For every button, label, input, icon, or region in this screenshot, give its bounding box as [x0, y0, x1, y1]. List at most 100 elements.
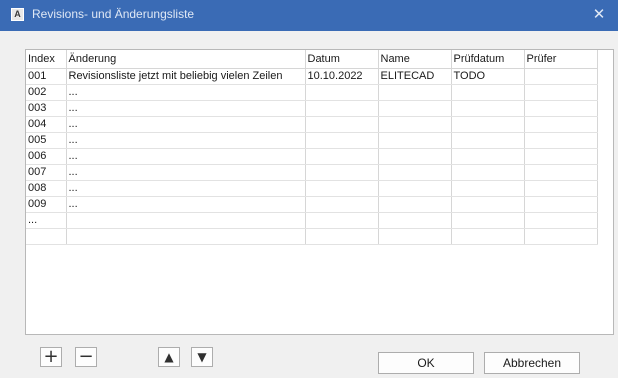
ok-button[interactable]: OK	[378, 352, 474, 374]
table-cell[interactable]	[305, 196, 379, 213]
table-cell[interactable]: ...	[66, 100, 306, 117]
column-header[interactable]: Datum	[305, 50, 379, 69]
table-cell[interactable]: TODO	[451, 68, 525, 85]
table-cell[interactable]	[378, 228, 452, 245]
add-row-button[interactable]: +	[40, 347, 62, 367]
plus-icon: +	[43, 346, 59, 367]
close-icon[interactable]: ✕	[590, 4, 608, 24]
table-cell[interactable]	[66, 212, 306, 229]
window-title: Revisions- und Änderungsliste	[32, 7, 195, 21]
table-cell[interactable]	[378, 180, 452, 197]
minus-icon: −	[78, 346, 94, 367]
table-cell[interactable]	[524, 84, 598, 101]
cancel-button[interactable]: Abbrechen	[484, 352, 580, 374]
table-cell[interactable]	[378, 212, 452, 229]
table-cell[interactable]	[524, 100, 598, 117]
table-row[interactable]: 007...	[26, 164, 598, 181]
move-down-button[interactable]: ▼	[191, 347, 213, 367]
table-row[interactable]: 002...	[26, 84, 598, 101]
table-cell[interactable]: 003	[26, 100, 67, 117]
table-cell[interactable]	[305, 132, 379, 149]
column-header[interactable]: Index	[26, 50, 67, 69]
table-cell[interactable]	[378, 196, 452, 213]
table-cell[interactable]	[66, 228, 306, 245]
remove-row-button[interactable]: −	[75, 347, 97, 367]
table-cell[interactable]	[451, 148, 525, 165]
move-up-button[interactable]: ▲	[158, 347, 180, 367]
table-row[interactable]: 006...	[26, 148, 598, 165]
table-cell[interactable]	[524, 228, 598, 245]
table-cell[interactable]: 002	[26, 84, 67, 101]
table-cell[interactable]	[524, 196, 598, 213]
revision-dialog: A Revisions- und Änderungsliste ✕ Index Ä…	[0, 0, 618, 378]
table-cell[interactable]: 001	[26, 68, 67, 85]
table-cell[interactable]	[305, 100, 379, 117]
table-cell[interactable]	[26, 228, 67, 245]
table-cell[interactable]: ELITECAD	[378, 68, 452, 85]
table-cell[interactable]	[524, 132, 598, 149]
table-cell[interactable]	[451, 132, 525, 149]
table-cell[interactable]	[451, 212, 525, 229]
table-cell[interactable]	[451, 116, 525, 133]
table-row[interactable]: ...	[26, 212, 598, 229]
table-cell[interactable]: 007	[26, 164, 67, 181]
table-cell[interactable]	[451, 228, 525, 245]
table-cell[interactable]	[378, 116, 452, 133]
table-cell[interactable]	[305, 164, 379, 181]
table-cell[interactable]	[524, 148, 598, 165]
table-cell[interactable]	[451, 196, 525, 213]
column-header[interactable]: Prüfer	[524, 50, 598, 69]
table-cell[interactable]: ...	[26, 212, 67, 229]
table-cell[interactable]: 008	[26, 180, 67, 197]
table-row[interactable]: 008...	[26, 180, 598, 197]
table-header-row: Index Änderung Datum Name Prüfdatum Prüfer	[26, 50, 598, 69]
table-row[interactable]: 003...	[26, 100, 598, 117]
column-header[interactable]: Prüfdatum	[451, 50, 525, 69]
table-cell[interactable]	[524, 212, 598, 229]
app-icon: A	[11, 8, 24, 21]
table-cell[interactable]	[524, 116, 598, 133]
table-cell[interactable]: ...	[66, 116, 306, 133]
table-cell[interactable]: 006	[26, 148, 67, 165]
table-cell[interactable]	[305, 116, 379, 133]
table-cell[interactable]	[305, 228, 379, 245]
table-cell[interactable]: ...	[66, 180, 306, 197]
table-cell[interactable]: ...	[66, 196, 306, 213]
table-cell[interactable]: ...	[66, 132, 306, 149]
table-cell[interactable]	[305, 84, 379, 101]
revision-grid: Index Änderung Datum Name Prüfdatum Prüfer 00…	[26, 50, 598, 245]
table-row[interactable]	[26, 228, 598, 245]
table-cell[interactable]	[378, 100, 452, 117]
table-cell[interactable]	[378, 84, 452, 101]
table-cell[interactable]	[378, 132, 452, 149]
table-cell[interactable]	[305, 180, 379, 197]
table-cell[interactable]: 10.10.2022	[305, 68, 379, 85]
table-cell[interactable]: ...	[66, 164, 306, 181]
title-bar[interactable]: A Revisions- und Änderungsliste ✕	[0, 0, 618, 31]
revision-table[interactable]: Index Änderung Datum Name Prüfdatum Prüfer 00…	[25, 49, 614, 335]
table-row[interactable]: 004...	[26, 116, 598, 133]
table-row[interactable]: 005...	[26, 132, 598, 149]
table-cell[interactable]: 004	[26, 116, 67, 133]
arrow-down-icon: ▼	[197, 350, 207, 364]
table-cell[interactable]: 005	[26, 132, 67, 149]
table-cell[interactable]: 009	[26, 196, 67, 213]
table-cell[interactable]: ...	[66, 84, 306, 101]
table-cell[interactable]	[524, 164, 598, 181]
table-cell[interactable]: ...	[66, 148, 306, 165]
table-cell[interactable]	[524, 68, 598, 85]
table-cell[interactable]	[524, 180, 598, 197]
table-cell[interactable]	[451, 180, 525, 197]
table-cell[interactable]	[305, 212, 379, 229]
column-header[interactable]: Änderung	[66, 50, 306, 69]
table-cell[interactable]	[378, 164, 452, 181]
column-header[interactable]: Name	[378, 50, 452, 69]
table-cell[interactable]	[451, 164, 525, 181]
table-cell[interactable]: Revisionsliste jetzt mit beliebig vielen…	[66, 68, 306, 85]
table-cell[interactable]	[451, 84, 525, 101]
table-row[interactable]: 001 Revisionsliste jetzt mit beliebig vie…	[26, 68, 598, 85]
table-cell[interactable]	[378, 148, 452, 165]
table-row[interactable]: 009...	[26, 196, 598, 213]
table-cell[interactable]	[451, 100, 525, 117]
table-cell[interactable]	[305, 148, 379, 165]
